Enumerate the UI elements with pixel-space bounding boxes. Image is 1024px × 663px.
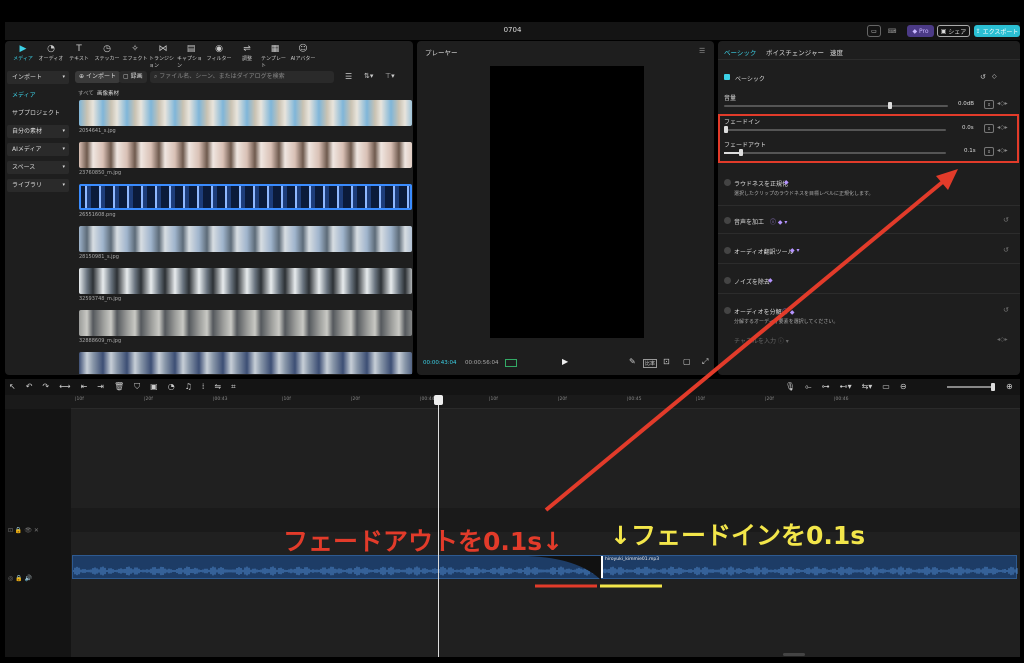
app-window: 0704 ▭ ⌨ ◆ Pro ▣ シェア ⇪ エクスポート ▶ メディア ◔ オーディ… [0,0,1024,663]
annotation-arrow [535,169,958,588]
fade-out-annotation: フェードアウトを0.1s↓ [283,527,564,556]
fade-in-annotation: ↓フェードインを0.1s [610,521,866,550]
